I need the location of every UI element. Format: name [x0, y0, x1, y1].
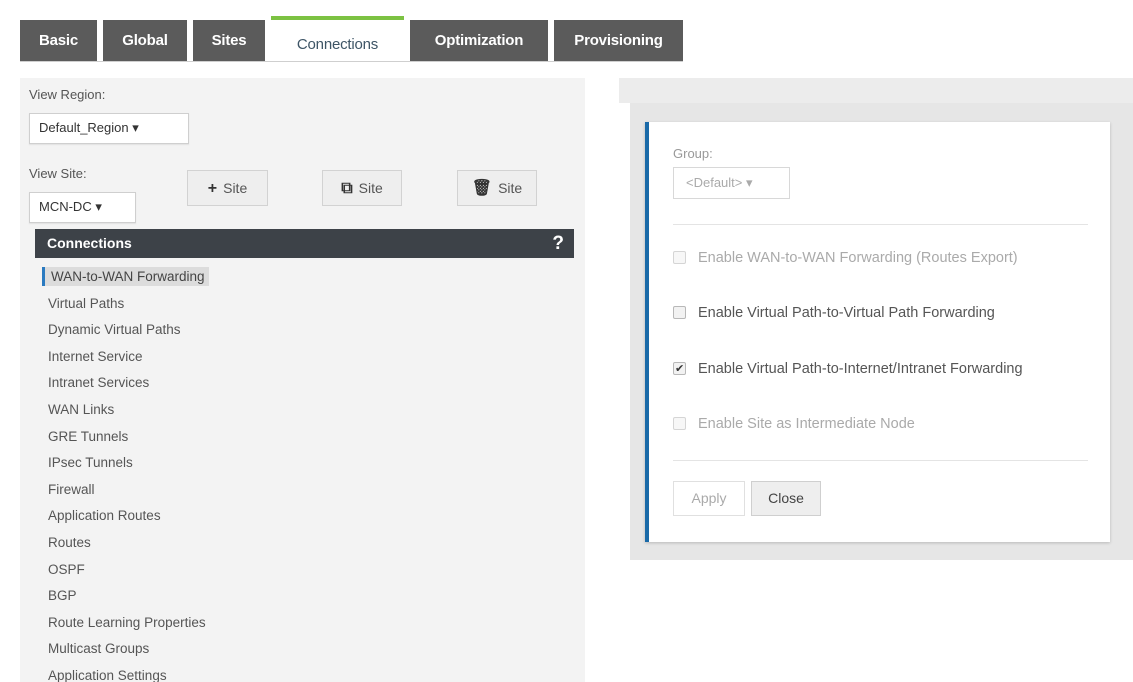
group-label: Group: [673, 146, 713, 161]
right-header-strip [619, 78, 1133, 103]
clone-site-button[interactable]: ⧉ Site [322, 170, 402, 206]
tab-bar: Basic Global Sites Connections Optimizat… [0, 0, 1133, 68]
option-label: Enable Virtual Path-to-Virtual Path Forw… [698, 305, 995, 321]
group-select[interactable]: <Default> ▾ [673, 167, 790, 199]
add-site-label: Site [223, 180, 248, 196]
option-wan-to-wan-forwarding: Enable WAN-to-WAN Forwarding (Routes Exp… [673, 248, 1018, 268]
nav-item-virtual-paths[interactable]: Virtual Paths [48, 291, 548, 318]
nav-item-dynamic-virtual-paths[interactable]: Dynamic Virtual Paths [48, 317, 548, 344]
tab-divider [20, 61, 683, 62]
nav-item-wan-links[interactable]: WAN Links [48, 397, 548, 424]
close-button[interactable]: Close [751, 481, 821, 516]
add-site-button[interactable]: + Site [187, 170, 268, 206]
help-icon[interactable]: ? [552, 229, 564, 258]
checkbox[interactable] [673, 306, 686, 319]
region-select[interactable]: Default_Region ▾ [29, 113, 189, 144]
nav-item-intranet-services[interactable]: Intranet Services [48, 370, 548, 397]
divider [673, 224, 1088, 225]
nav-item-route-learning-properties[interactable]: Route Learning Properties [48, 610, 548, 637]
view-site-label: View Site: [29, 166, 87, 181]
tab-optimization[interactable]: Optimization [410, 20, 548, 62]
view-region-label: View Region: [29, 87, 106, 102]
nav-item-firewall[interactable]: Firewall [48, 477, 548, 504]
trash-icon: 🗑 [471, 180, 493, 197]
divider [673, 460, 1088, 461]
tab-sites[interactable]: Sites [193, 20, 265, 62]
option-label: Enable Virtual Path-to-Internet/Intranet… [698, 361, 1023, 377]
option-label: Enable Site as Intermediate Node [698, 416, 915, 432]
nav-item-gre-tunnels[interactable]: GRE Tunnels [48, 424, 548, 451]
tab-connections[interactable]: Connections [271, 16, 404, 66]
option-label: Enable WAN-to-WAN Forwarding (Routes Exp… [698, 250, 1018, 266]
nav-item-ipsec-tunnels[interactable]: IPsec Tunnels [48, 450, 548, 477]
plus-icon: + [207, 180, 218, 197]
connections-nav: WAN-to-WAN Forwarding Virtual Paths Dyna… [42, 264, 548, 682]
delete-site-label: Site [498, 180, 523, 196]
site-select[interactable]: MCN-DC ▾ [29, 192, 136, 223]
nav-item-ospf[interactable]: OSPF [48, 557, 548, 584]
apply-button[interactable]: Apply [673, 481, 745, 516]
connections-title: Connections [47, 235, 132, 251]
nav-item-routes[interactable]: Routes [48, 530, 548, 557]
nav-item-label: WAN-to-WAN Forwarding [42, 267, 209, 286]
option-vp-to-internet-intranet-forwarding[interactable]: Enable Virtual Path-to-Internet/Intranet… [673, 359, 1023, 379]
connections-header: Connections ? [35, 229, 574, 258]
checkbox-checked[interactable] [673, 359, 686, 379]
tab-basic[interactable]: Basic [20, 20, 97, 62]
nav-item-internet-service[interactable]: Internet Service [48, 344, 548, 371]
delete-site-button[interactable]: 🗑 Site [457, 170, 537, 206]
checkbox [673, 251, 686, 264]
option-site-intermediate-node: Enable Site as Intermediate Node [673, 414, 915, 434]
nav-item-application-settings[interactable]: Application Settings [48, 663, 548, 682]
forwarding-settings-panel: Group: <Default> ▾ Enable WAN-to-WAN For… [645, 122, 1110, 542]
option-vp-to-vp-forwarding[interactable]: Enable Virtual Path-to-Virtual Path Forw… [673, 303, 995, 323]
checkbox [673, 417, 686, 430]
nav-item-multicast-groups[interactable]: Multicast Groups [48, 636, 548, 663]
nav-item-bgp[interactable]: BGP [48, 583, 548, 610]
copy-icon: ⧉ [341, 180, 353, 197]
nav-item-application-routes[interactable]: Application Routes [48, 503, 548, 530]
clone-site-label: Site [358, 180, 383, 196]
nav-item-wan-to-wan-forwarding[interactable]: WAN-to-WAN Forwarding [42, 264, 548, 291]
tab-provisioning[interactable]: Provisioning [554, 20, 683, 62]
tab-global[interactable]: Global [103, 20, 187, 62]
